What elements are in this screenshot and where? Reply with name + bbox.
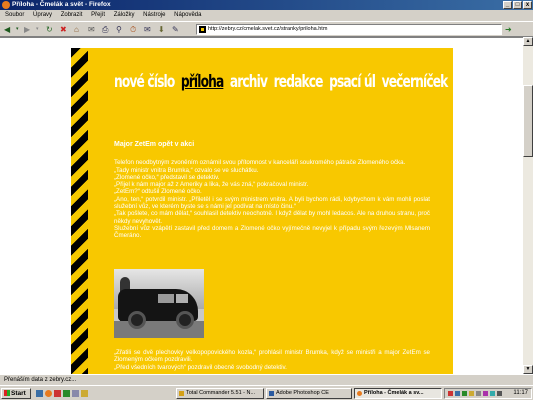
tray-icon[interactable] xyxy=(448,391,453,396)
menu-zobrazit[interactable]: Zobrazit xyxy=(61,12,83,18)
menu-nastroje[interactable]: Nástroje xyxy=(143,12,165,18)
app2-quicklaunch-icon[interactable] xyxy=(63,390,70,397)
hazard-stripes xyxy=(71,48,88,374)
photoshop-icon xyxy=(269,391,274,396)
site-navigation: nové číslo příloha archiv redakce psací úl ve… xyxy=(114,72,454,92)
history-icon[interactable]: ⏱ xyxy=(130,24,136,35)
site-favicon xyxy=(199,26,206,33)
downloads-icon[interactable]: ⬇ xyxy=(158,24,165,35)
forward-dropdown-icon[interactable]: ▾ xyxy=(36,24,39,35)
page-viewport[interactable]: nové číslo příloha archiv redakce psací úl ve… xyxy=(0,37,523,374)
home-icon[interactable]: ⌂ xyxy=(74,24,79,35)
menu-zalozky[interactable]: Záložky xyxy=(114,12,135,18)
address-bar[interactable]: http://zebry.cz/cmelak.svet.cz/stranky/p… xyxy=(196,24,502,35)
start-label: Start xyxy=(11,390,26,397)
print-icon[interactable]: ⎙ xyxy=(102,24,108,35)
scroll-up-icon[interactable]: ▲ xyxy=(523,37,533,46)
window-title: Příloha - Čmelák a svět - Firefox xyxy=(12,1,111,8)
page-content: nové číslo příloha archiv redakce psací úl ve… xyxy=(88,48,453,374)
article-paragraph: „Zřatili se dvě plechovky velkopopovické… xyxy=(114,349,430,364)
scroll-down-icon[interactable]: ▼ xyxy=(523,365,533,374)
volume-icon[interactable] xyxy=(497,391,502,396)
tray-icon[interactable] xyxy=(483,391,488,396)
maximize-button[interactable]: □ xyxy=(513,1,522,9)
menu-soubor[interactable]: Soubor xyxy=(5,12,24,18)
article-paragraph: „Přijel k nám major až z Ameriky a lika,… xyxy=(114,181,309,189)
firefox-icon xyxy=(2,1,10,9)
tray-icon[interactable] xyxy=(490,391,495,396)
article-paragraph: Telefon neodbytným zvoněním oznámil svou… xyxy=(114,159,406,167)
address-url: http://zebry.cz/cmelak.svet.cz/stranky/p… xyxy=(208,26,328,32)
article-body: Major ZetEm opět v akci Telefon neodbytn… xyxy=(114,141,430,240)
nav-priloha[interactable]: příloha xyxy=(181,72,224,92)
bookmark-icon[interactable]: ✉ xyxy=(88,24,95,35)
menu-prejit[interactable]: Přejít xyxy=(91,12,105,18)
task-label: Adobe Photoshop CE xyxy=(276,390,329,396)
menu-napoveda[interactable]: Nápověda xyxy=(174,12,201,18)
nav-vecernicek[interactable]: večerníček xyxy=(382,72,449,92)
close-button[interactable]: x xyxy=(523,1,532,9)
task-label: Příloha - Čmelák a sv... xyxy=(364,390,424,396)
article-paragraph: „ZetEm?“ odtušil Zlomené očko. xyxy=(114,188,202,196)
menu-bar: Soubor Úpravy Zobrazit Přejít Záložky Ná… xyxy=(0,10,533,21)
nav-redakce[interactable]: redakce xyxy=(274,72,324,92)
stop-icon[interactable]: ✖ xyxy=(60,24,67,35)
forward-icon[interactable]: ▶ xyxy=(24,24,30,35)
article-paragraph: „Zlomené očko,“ představil se detektiv. xyxy=(114,173,220,181)
mail-icon[interactable]: ✉ xyxy=(144,24,151,35)
app-quicklaunch-icon[interactable] xyxy=(54,390,61,397)
minimize-button[interactable]: _ xyxy=(503,1,512,9)
taskbar-item-firefox[interactable]: Příloha - Čmelák a sv... xyxy=(354,388,442,399)
taskbar-item-total-commander[interactable]: Total Commander 5.51 - N... xyxy=(176,388,264,399)
article-paragraph: „Tak pošlete, co mám dělat,“ souhlasil d… xyxy=(114,210,430,225)
status-bar: Přenáším data z zebry.cz... xyxy=(0,374,533,385)
edit-icon[interactable]: ✎ xyxy=(172,24,179,35)
windows-logo-icon xyxy=(4,390,10,396)
app4-quicklaunch-icon[interactable] xyxy=(81,390,88,397)
scroll-thumb[interactable] xyxy=(523,85,533,157)
task-label: Total Commander 5.51 - N... xyxy=(186,390,256,396)
search-icon[interactable]: ⚲ xyxy=(116,24,122,35)
tray-icon[interactable] xyxy=(455,391,460,396)
article-paragraph: „Ano, ten,“ potvrdil ministr. „Přiletěl … xyxy=(114,195,430,211)
firefox-quicklaunch-icon[interactable] xyxy=(45,390,52,397)
article-paragraph: „Tady ministr vnitra Brumka,“ ozvalo se … xyxy=(114,166,259,174)
status-text: Přenáším data z zebry.cz... xyxy=(4,377,77,383)
start-button[interactable]: Start xyxy=(1,388,31,399)
back-icon[interactable]: ◀ xyxy=(4,24,10,35)
taskbar: Start Total Commander 5.51 - N... Adobe … xyxy=(0,385,533,400)
article-paragraph: „Před všedních tvarových“ pozdravil obec… xyxy=(114,363,287,371)
firefox-icon xyxy=(357,391,362,396)
menu-upravy[interactable]: Úpravy xyxy=(33,12,52,18)
tray-icon[interactable] xyxy=(469,391,474,396)
article-paragraph: Služební vůz vzápětí zastavil před domem… xyxy=(114,224,430,240)
tray-icon[interactable] xyxy=(462,391,467,396)
vertical-scrollbar[interactable]: ▲ ▼ xyxy=(523,37,533,374)
nav-nove-cislo[interactable]: nové číslo xyxy=(114,72,175,92)
article-continuation: „Zřatili se dvě plechovky velkopopovické… xyxy=(114,349,430,371)
title-bar[interactable]: Příloha - Čmelák a svět - Firefox _ □ x xyxy=(0,0,533,10)
system-tray: 11:17 xyxy=(444,388,532,399)
desktop-quicklaunch-icon[interactable] xyxy=(36,390,43,397)
back-dropdown-icon[interactable]: ▾ xyxy=(16,24,19,35)
app3-quicklaunch-icon[interactable] xyxy=(72,390,79,397)
taskbar-item-photoshop[interactable]: Adobe Photoshop CE xyxy=(266,388,352,399)
clock[interactable]: 11:17 xyxy=(513,389,528,398)
browser-window: Příloha - Čmelák a svět - Firefox _ □ x … xyxy=(0,0,533,400)
total-commander-icon xyxy=(179,391,184,396)
nav-psaci-ul[interactable]: psací úl xyxy=(329,72,376,92)
nav-archiv[interactable]: archiv xyxy=(230,72,268,92)
old-car-photo xyxy=(114,269,204,338)
go-icon[interactable]: ➜ xyxy=(505,24,515,35)
tray-icon[interactable] xyxy=(476,391,481,396)
reload-icon[interactable]: ↻ xyxy=(46,24,53,35)
article-heading: Major ZetEm opět v akci xyxy=(114,141,195,148)
